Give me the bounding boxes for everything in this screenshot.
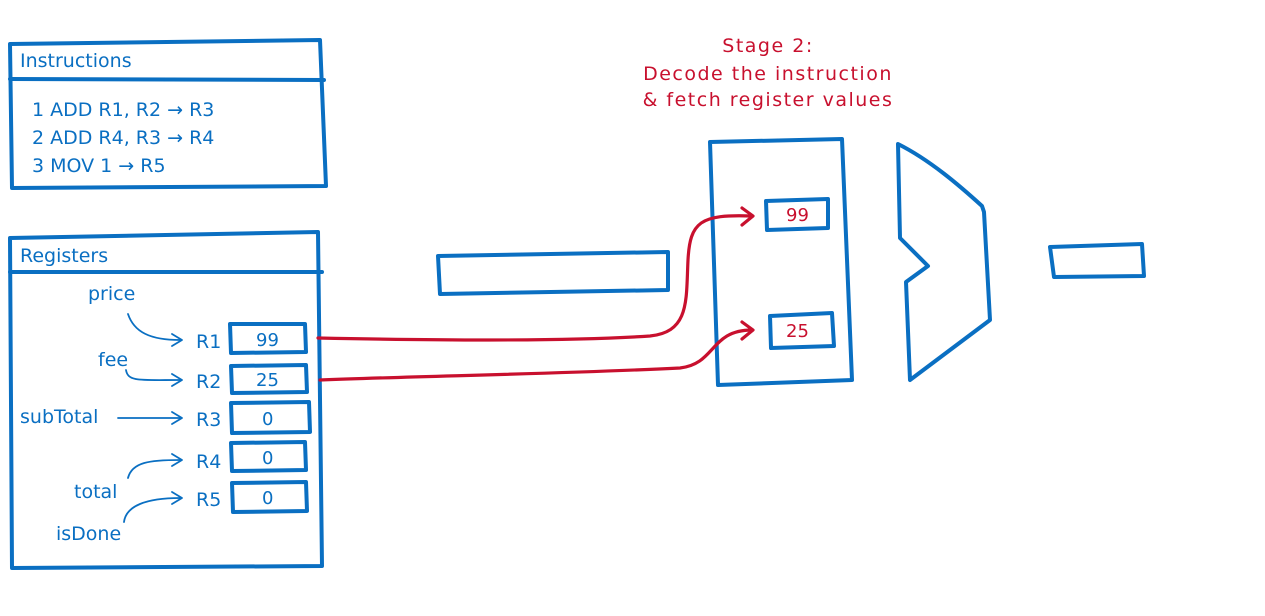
variable-label-total: total <box>74 481 117 503</box>
total-to-r4-arrow-icon <box>127 453 183 479</box>
register-name-r2: R2 <box>196 371 221 393</box>
register-name-r3: R3 <box>196 409 221 431</box>
variable-label-fee: fee <box>98 349 128 371</box>
register-name-r5: R5 <box>196 489 221 511</box>
fee-to-r2-arrow-icon <box>125 369 183 387</box>
subtotal-to-r3-arrow-icon <box>117 411 183 425</box>
register-value-r2: 25 <box>256 370 279 391</box>
register-name-r4: R4 <box>196 451 221 473</box>
register-value-r5: 0 <box>262 488 273 509</box>
register-value-r4: 0 <box>262 448 273 469</box>
decode-value-2: 25 <box>786 321 809 342</box>
pipeline-diagram: Instructions 1 ADD R1, R2 → R3 2 ADD R4,… <box>8 35 1146 570</box>
decode-value-1: 99 <box>786 205 809 226</box>
register-value-r3: 0 <box>262 409 273 430</box>
r1-to-decode-arrow-icon <box>316 206 755 342</box>
alu-shape <box>896 142 992 382</box>
r2-to-decode-arrow-icon <box>318 320 755 382</box>
variable-label-subtotal: subTotal <box>20 406 98 428</box>
stage-title-line: Decode the instruction <box>643 63 893 85</box>
price-to-r1-arrow-icon <box>127 313 183 347</box>
variable-label-isdone: isDone <box>56 523 121 545</box>
instruction-line: 3 MOV 1 → R5 <box>32 155 166 177</box>
register-value-r1: 99 <box>256 330 279 351</box>
instructions-divider <box>8 77 326 82</box>
stage-title: Stage 2: Decode the instruction & fetch … <box>643 35 894 111</box>
instruction-line: 1 ADD R1, R2 → R3 <box>32 99 214 121</box>
registers-box <box>8 230 324 570</box>
pipeline-register-stage1 <box>436 250 670 296</box>
stage-title-line: Stage 2: <box>722 35 813 57</box>
registers-panel: Registers price fee subTotal total isDon… <box>8 230 324 570</box>
stage-title-line: & fetch register values <box>643 89 894 111</box>
register-name-r1: R1 <box>196 331 221 353</box>
instructions-panel: Instructions 1 ADD R1, R2 → R3 2 ADD R4,… <box>8 38 328 190</box>
registers-title: Registers <box>20 245 108 267</box>
pipeline-register-output <box>1048 242 1146 279</box>
instruction-line: 2 ADD R4, R3 → R4 <box>32 127 214 149</box>
isdone-to-r5-arrow-icon <box>123 491 183 523</box>
instructions-title: Instructions <box>20 50 132 72</box>
variable-label-price: price <box>88 283 135 305</box>
